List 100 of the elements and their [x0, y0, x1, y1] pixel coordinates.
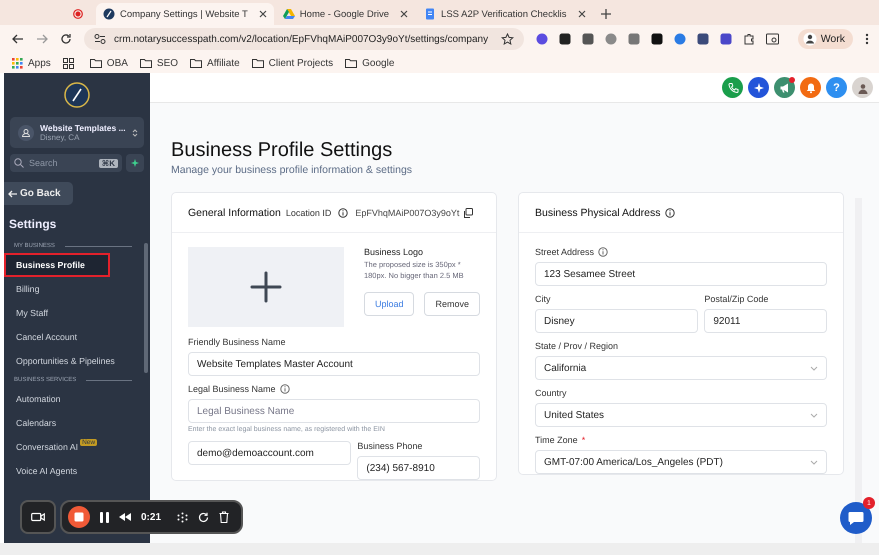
extension-icon[interactable]	[651, 33, 663, 45]
account-name: Website Templates ...	[40, 123, 126, 133]
extension-icon[interactable]	[697, 33, 709, 45]
nav-item[interactable]: Opportunities & Pipelines	[4, 349, 140, 373]
folder-icon	[190, 58, 202, 68]
new-tab-icon[interactable]	[600, 9, 611, 19]
page-title: Business Profile Settings	[171, 139, 394, 162]
bell-icon	[804, 82, 816, 94]
close-icon[interactable]	[258, 10, 267, 18]
input-field[interactable]: demo@demoaccount.com	[188, 441, 352, 465]
tab-search-icon[interactable]	[766, 33, 779, 45]
chat-bubble-icon	[848, 511, 864, 525]
input-field[interactable]: 123 Sesamee Street	[535, 262, 827, 286]
sidebar-heading: Settings	[8, 217, 58, 233]
dropdown[interactable]: United States	[535, 403, 827, 427]
location-id: EpFVhqMAiP007O3y9oYt	[355, 208, 460, 218]
bookmark-folder[interactable]: Affiliate	[190, 58, 240, 68]
header-button[interactable]	[748, 77, 769, 98]
forward-arrow-icon[interactable]	[36, 33, 48, 45]
upload-button[interactable]: Upload	[364, 292, 414, 316]
extension-icon[interactable]	[559, 33, 571, 45]
header-button[interactable]	[722, 77, 743, 98]
bookmark-folder[interactable]: OBA	[90, 58, 128, 68]
field-label: Time Zone	[535, 435, 578, 445]
profile-button[interactable]: Work	[798, 29, 853, 49]
card-title: Business Physical Address	[535, 206, 660, 218]
browser-tab[interactable]: Company Settings | Website T	[96, 3, 274, 25]
header-button[interactable]	[774, 77, 795, 98]
restart-icon[interactable]	[198, 512, 210, 522]
nav-item[interactable]: Cancel Account	[4, 325, 140, 349]
scrollbar[interactable]	[855, 198, 862, 543]
rewind-icon[interactable]	[119, 513, 131, 521]
folder-icon	[90, 58, 102, 68]
logo-icon	[64, 82, 90, 108]
bookmark-folder[interactable]: SEO	[140, 58, 178, 68]
favicon-icon	[424, 8, 436, 20]
quick-action-button[interactable]	[126, 154, 144, 172]
tab-groups-icon[interactable]	[62, 58, 74, 68]
field-label: Business Phone	[357, 441, 422, 451]
info-icon	[665, 208, 676, 218]
bookmark-folder[interactable]: Google	[345, 58, 394, 68]
dropdown[interactable]: California	[535, 356, 827, 380]
nav-item[interactable]: Billing	[4, 277, 140, 301]
extension-icon[interactable]	[720, 33, 732, 45]
more-menu-icon[interactable]	[865, 33, 869, 45]
nav-item[interactable]: Automation	[4, 387, 140, 411]
search-icon	[14, 158, 24, 168]
search-field[interactable]: Search ⌘K	[10, 154, 122, 172]
card-title: General Information	[188, 206, 281, 218]
shortcut-key: ⌘K	[98, 158, 118, 168]
input-field[interactable]: Disney	[535, 309, 698, 333]
apps-grid-icon	[12, 58, 23, 68]
megaphone-icon	[778, 82, 790, 94]
avatar[interactable]	[852, 77, 873, 98]
input-field[interactable]: 92011	[704, 309, 827, 333]
copy-icon[interactable]	[463, 208, 474, 218]
close-icon[interactable]	[400, 10, 408, 18]
field-label: State / Prov / Region	[535, 341, 618, 351]
location-id-label: Location ID	[286, 208, 332, 218]
header-button[interactable]	[800, 77, 821, 98]
favicon-icon	[282, 8, 295, 20]
account-switcher[interactable]: Website Templates ... Disney, CA	[10, 117, 144, 148]
camera-button[interactable]	[20, 500, 56, 534]
folder-icon	[140, 58, 152, 68]
browser-tab[interactable]: LSS A2P Verification Checklis	[417, 3, 593, 25]
dropdown[interactable]: GMT-07:00 America/Los_Angeles (PDT)	[535, 450, 827, 474]
site-settings-icon[interactable]	[94, 33, 106, 45]
go-back-button[interactable]: Go Back	[4, 182, 73, 205]
nav-item[interactable]: Voice AI Agents	[4, 459, 140, 483]
grid-dots-icon[interactable]	[177, 512, 188, 522]
input-field[interactable]: Website Templates Master Account	[188, 352, 480, 376]
star-icon[interactable]	[501, 32, 514, 46]
folder-icon	[252, 58, 264, 68]
address-bar[interactable]: crm.notarysuccesspath.com/v2/location/EpFVhqMAiP007O3y9oYt/settings/company	[84, 28, 524, 50]
field-label: Street Address	[535, 247, 594, 257]
extension-icon[interactable]	[582, 33, 594, 45]
required-mark: *	[582, 435, 586, 445]
bookmark-folder[interactable]: Client Projects	[252, 58, 334, 68]
reload-icon[interactable]	[60, 33, 72, 45]
folder-icon	[345, 58, 358, 68]
person-silhouette-icon	[856, 82, 868, 94]
logo-title: Business Logo	[364, 247, 424, 257]
chevron-down-icon	[810, 460, 818, 464]
puzzle-icon[interactable]	[743, 33, 755, 45]
sparkle-icon	[752, 82, 764, 94]
nav-item[interactable]: Business Profile	[4, 253, 110, 277]
close-icon[interactable]	[578, 10, 586, 18]
nav-item[interactable]: My Staff	[4, 301, 140, 325]
bookmark[interactable]: Apps	[12, 58, 51, 68]
remove-button[interactable]: Remove	[424, 292, 480, 316]
chevron-down-icon	[810, 412, 818, 418]
nav-item[interactable]: Calendars	[4, 411, 140, 435]
record-icon	[73, 9, 83, 19]
trash-icon[interactable]	[219, 511, 230, 523]
stop-button-icon[interactable]	[68, 506, 90, 528]
pause-icon[interactable]	[100, 512, 109, 522]
browser-tab[interactable]: Home - Google Drive	[276, 3, 416, 25]
input-field[interactable]: Legal Business Name	[188, 399, 480, 423]
input-field[interactable]: (234) 567-8910	[357, 456, 480, 480]
back-arrow-icon[interactable]	[12, 33, 24, 45]
